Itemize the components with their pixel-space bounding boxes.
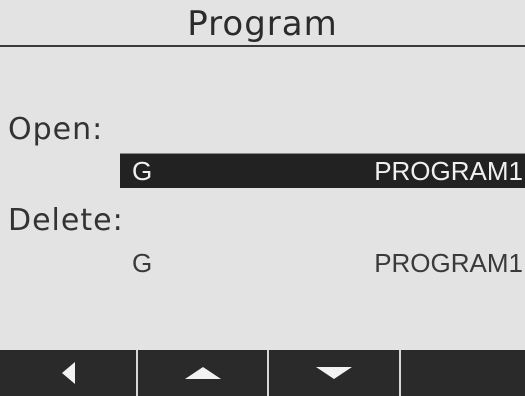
header: Program: [0, 0, 525, 48]
down-button[interactable]: [269, 350, 401, 396]
delete-label: Delete:: [8, 203, 124, 238]
empty-softkey[interactable]: [401, 350, 525, 396]
open-program-row[interactable]: G PROGRAM1: [120, 153, 525, 188]
open-program-name: PROGRAM1: [374, 156, 523, 186]
back-button[interactable]: [0, 350, 138, 396]
open-program-prefix: G: [132, 156, 153, 186]
arrow-up-icon: [184, 367, 221, 379]
delete-program-row[interactable]: G PROGRAM1: [120, 246, 525, 280]
arrow-down-icon: [316, 367, 352, 379]
header-divider: [0, 45, 525, 47]
program-screen: Program Open: G PROGRAM1 Delete: G PROGR…: [0, 0, 525, 396]
delete-program-prefix: G: [132, 248, 153, 278]
bottom-toolbar: [0, 350, 525, 396]
up-button[interactable]: [138, 350, 269, 396]
page-title: Program: [187, 4, 338, 44]
arrow-left-icon: [61, 362, 75, 384]
delete-program-name: PROGRAM1: [374, 248, 523, 278]
open-label: Open:: [8, 112, 104, 147]
